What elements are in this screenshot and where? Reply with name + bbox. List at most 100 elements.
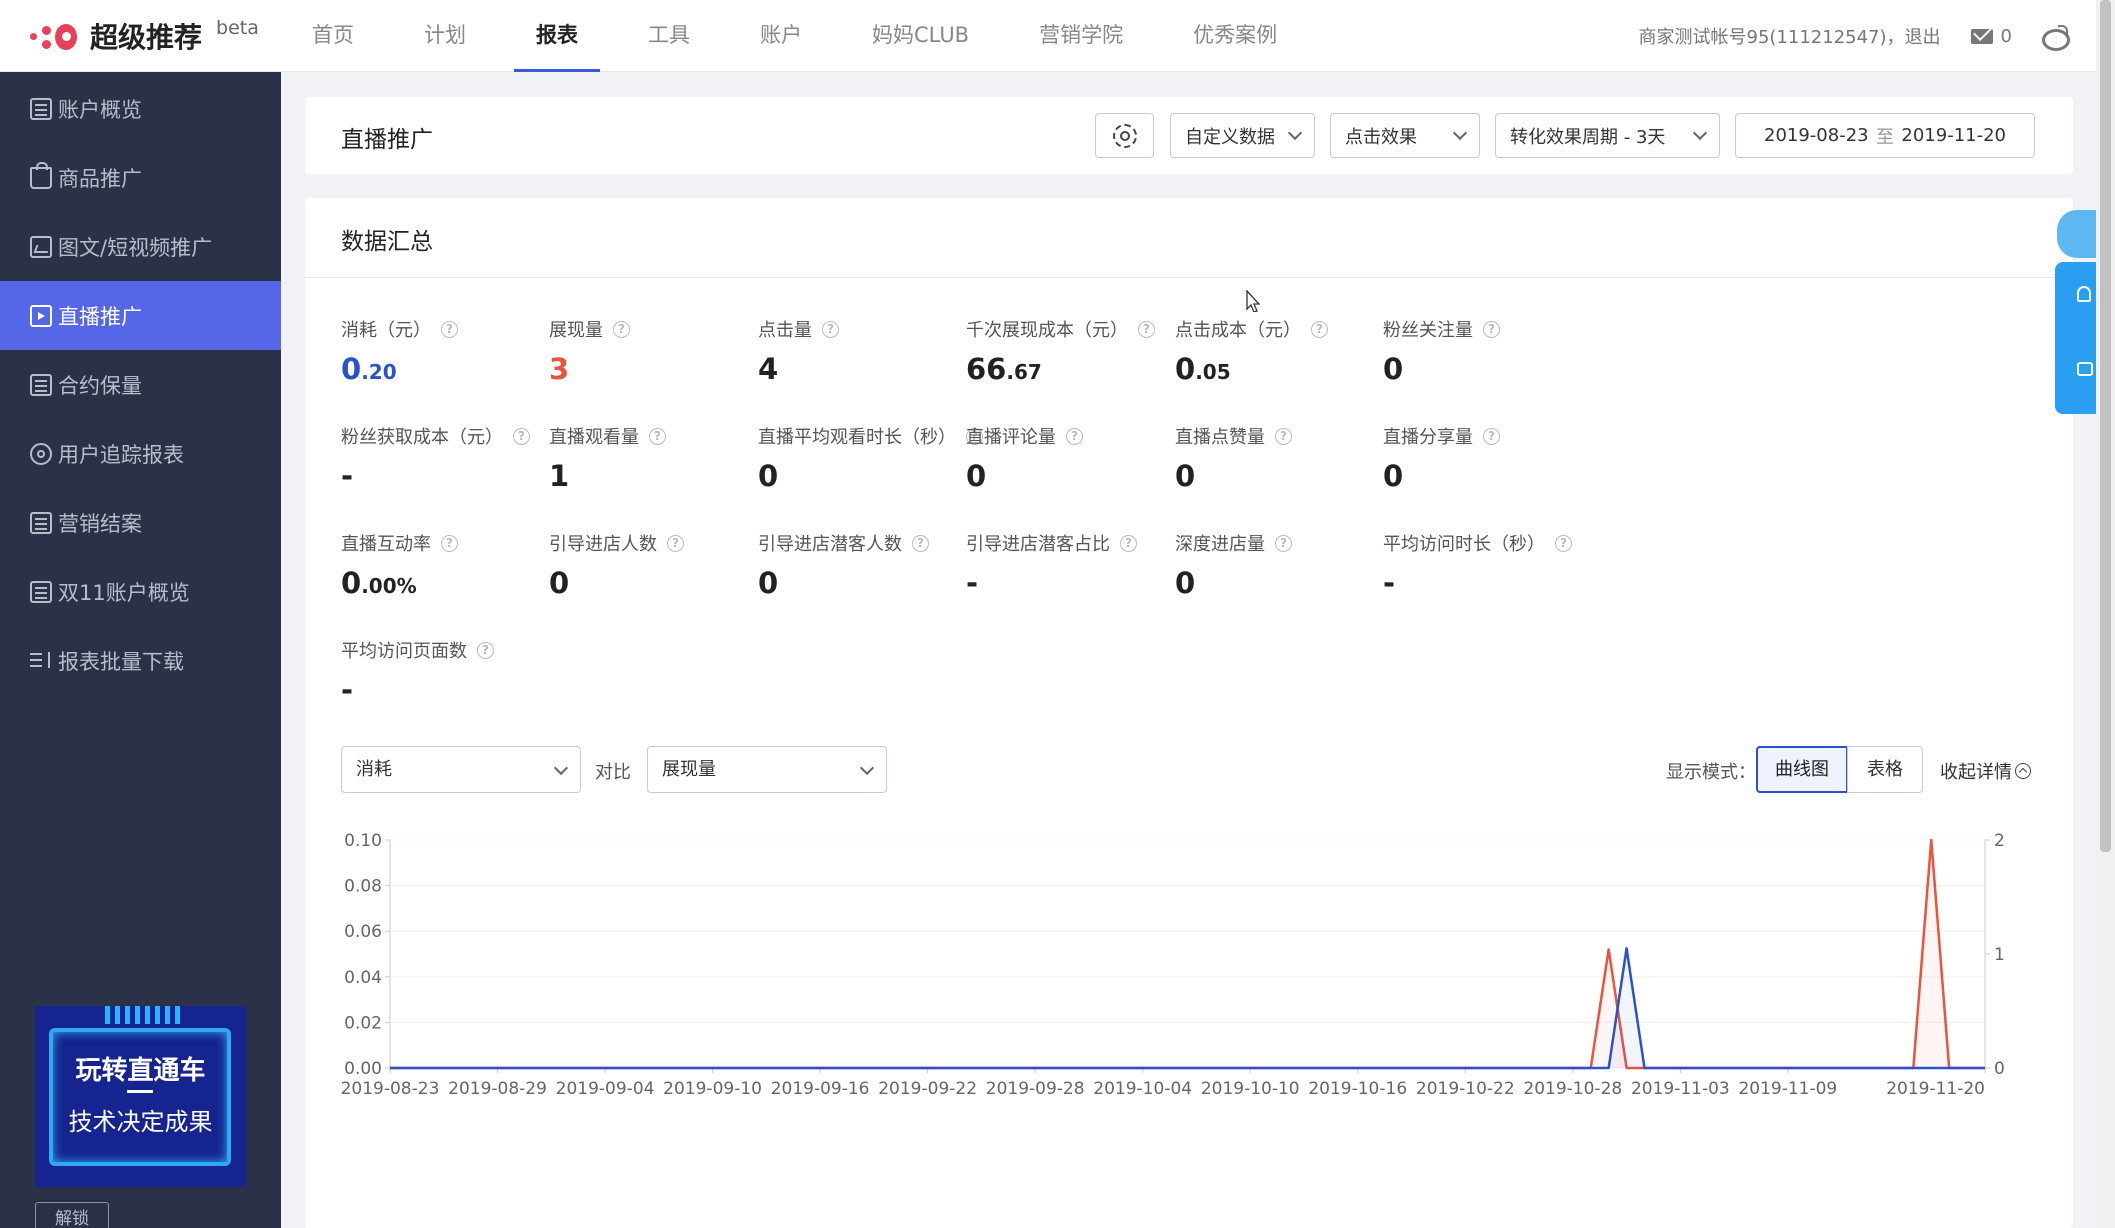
- help-icon[interactable]: ?: [1138, 320, 1155, 338]
- shopping-bag-icon: [30, 161, 52, 189]
- conversion-period-dropdown[interactable]: 转化效果周期 - 3天: [1495, 113, 1720, 158]
- page-title: 直播推广: [341, 127, 433, 153]
- metric-value-int: 1: [549, 459, 570, 493]
- metric-label-text: 展现量: [549, 320, 603, 341]
- sidebar-item-7[interactable]: 双11账户概览: [0, 557, 281, 626]
- bell-icon[interactable]: [2077, 286, 2091, 302]
- x-tick-label: 2019-11-20: [1886, 1079, 1985, 1099]
- sidebar-item-label: 双11账户概览: [58, 580, 190, 605]
- metric-value-int: 0: [758, 459, 779, 493]
- nav-item-4[interactable]: 账户: [738, 0, 824, 72]
- help-icon[interactable]: ?: [1483, 427, 1500, 445]
- collapse-label: 收起详情: [1940, 762, 2012, 783]
- x-tick-label: 2019-08-29: [448, 1079, 547, 1099]
- help-icon[interactable]: ?: [1120, 534, 1137, 552]
- chevron-down-icon: [1287, 125, 1303, 141]
- help-icon[interactable]: ?: [649, 427, 666, 445]
- nav-item-5[interactable]: 妈妈CLUB: [850, 0, 991, 72]
- sidebar-item-label: 用户追踪报表: [58, 442, 184, 467]
- help-icon[interactable]: ?: [513, 427, 530, 445]
- live-play-icon: [30, 304, 52, 327]
- metric-label-text: 点击量: [758, 320, 812, 341]
- sidebar-item-2[interactable]: 图文/短视频推广: [0, 212, 281, 281]
- brand-logo[interactable]: 超级推荐 beta: [28, 14, 259, 58]
- collapse-details-button[interactable]: 收起详情: [1940, 758, 2031, 784]
- x-tick-label: 2019-09-16: [771, 1079, 870, 1099]
- sidebar-item-4[interactable]: 合约保量: [0, 350, 281, 419]
- unlock-button[interactable]: 解锁: [35, 1202, 109, 1228]
- click-effect-label: 点击效果: [1345, 126, 1417, 148]
- scroll-thumb[interactable]: [2100, 0, 2111, 852]
- mail-count: 0: [2000, 25, 2012, 47]
- help-icon[interactable]: ?: [1275, 427, 1292, 445]
- account-overview-icon: [30, 97, 52, 120]
- metric-value-int: 0: [966, 459, 987, 493]
- brand-tag: beta: [216, 17, 259, 39]
- sidebar-item-6[interactable]: 营销结案: [0, 488, 281, 557]
- help-icon[interactable]: ?: [441, 320, 458, 338]
- chat-icon[interactable]: [2077, 362, 2093, 376]
- metric-value-dec: .00%: [361, 574, 417, 598]
- chevron-down-icon: [1692, 125, 1708, 141]
- metric-b-value: 展现量: [662, 759, 716, 780]
- mascot-icon[interactable]: [2057, 210, 2096, 258]
- nav-item-6[interactable]: 营销学院: [1017, 0, 1145, 72]
- metric-label-text: 直播观看量: [549, 427, 639, 448]
- help-icon[interactable]: ?: [1066, 427, 1083, 445]
- sidebar-item-8[interactable]: 报表批量下载: [0, 626, 281, 695]
- metric-a-select[interactable]: 消耗: [341, 746, 581, 793]
- x-tick-label: 2019-09-22: [878, 1079, 977, 1099]
- x-tick-label: 2019-09-04: [556, 1079, 655, 1099]
- help-icon[interactable]: ?: [477, 641, 494, 659]
- account-logout-link[interactable]: 商家测试帐号95(111212547)，退出: [1639, 23, 1941, 49]
- sidebar-item-label: 报表批量下载: [58, 649, 184, 674]
- nav-item-1[interactable]: 计划: [402, 0, 488, 72]
- weibo-icon[interactable]: [2042, 25, 2070, 51]
- help-icon[interactable]: ?: [1555, 534, 1572, 552]
- date-range-picker[interactable]: 2019-08-23 至 2019-11-20: [1735, 113, 2035, 158]
- sidebar-item-1[interactable]: 商品推广: [0, 143, 281, 212]
- sidebar-item-3[interactable]: 直播推广: [0, 281, 281, 350]
- help-icon[interactable]: ?: [1311, 320, 1328, 338]
- help-icon[interactable]: ?: [613, 320, 630, 338]
- promo-line-2: 技术决定成果: [68, 1108, 213, 1136]
- y-left-tick-label: 0.10: [344, 831, 382, 851]
- metric-value: 0: [1383, 352, 1643, 386]
- help-icon[interactable]: ?: [1275, 534, 1292, 552]
- nav-item-7[interactable]: 优秀案例: [1171, 0, 1299, 72]
- nav-item-0[interactable]: 首页: [290, 0, 376, 72]
- settings-button[interactable]: [1095, 113, 1154, 158]
- mode-table-button[interactable]: 表格: [1847, 746, 1923, 793]
- x-tick-label: 2019-08-23: [341, 1079, 440, 1099]
- help-icon[interactable]: ?: [1483, 320, 1500, 338]
- metric-card: 直播分享量? 0: [1383, 423, 1643, 493]
- batch-download-icon: [30, 650, 52, 672]
- custom-data-dropdown[interactable]: 自定义数据: [1170, 113, 1315, 158]
- page-scrollbar[interactable]: [2096, 0, 2115, 1228]
- metric-label-text: 点击成本（元）: [1175, 320, 1301, 341]
- help-icon[interactable]: ?: [912, 534, 929, 552]
- help-icon[interactable]: ?: [441, 534, 458, 552]
- metric-value-dec: .67: [1006, 360, 1042, 384]
- y-left-tick-label: 0.04: [344, 968, 382, 988]
- mail-icon[interactable]: [1970, 28, 1993, 44]
- sidebar-item-5[interactable]: 用户追踪报表: [0, 419, 281, 488]
- metric-value: -: [1383, 566, 1643, 600]
- metric-b-select[interactable]: 展现量: [647, 746, 887, 793]
- nav-item-3[interactable]: 工具: [626, 0, 712, 72]
- sidebar: 账户概览 商品推广 图文/短视频推广 直播推广 合约保量用户追踪报表营销结案双11账户概…: [0, 72, 281, 1228]
- click-effect-dropdown[interactable]: 点击效果: [1330, 113, 1480, 158]
- promo-banner[interactable]: 玩转直通车 技术决定成果: [35, 1006, 246, 1187]
- mode-curve-button[interactable]: 曲线图: [1756, 746, 1848, 793]
- x-tick-label: 2019-10-22: [1416, 1079, 1515, 1099]
- section-title: 数据汇总: [341, 229, 433, 255]
- y-left-tick-label: 0.02: [344, 1013, 382, 1033]
- help-icon[interactable]: ?: [667, 534, 684, 552]
- sidebar-item-0[interactable]: 账户概览: [0, 74, 281, 143]
- contract-icon: [30, 373, 52, 396]
- help-icon[interactable]: ?: [822, 320, 839, 338]
- metric-card: 平均访问页面数? -: [341, 637, 601, 707]
- nav-item-2[interactable]: 报表: [514, 0, 600, 72]
- metric-value-int: 0: [1175, 566, 1196, 600]
- metric-label-text: 平均访问时长（秒）: [1383, 534, 1545, 555]
